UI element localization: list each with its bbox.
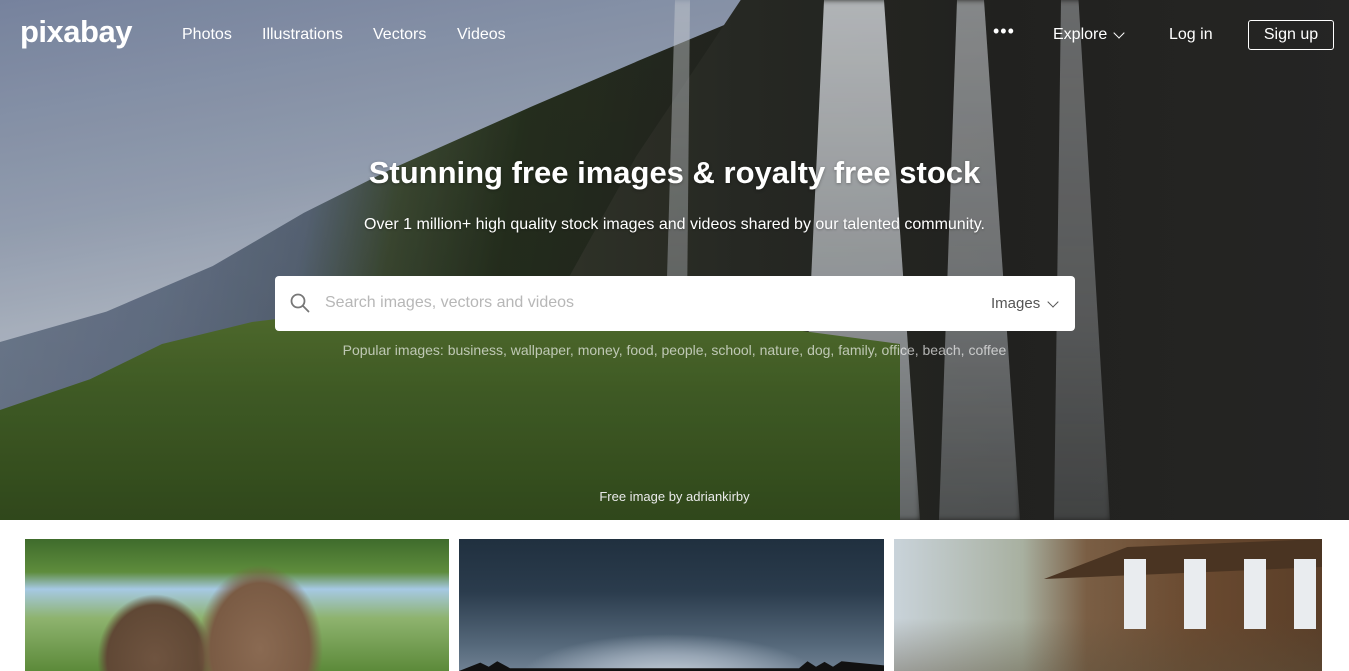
nav-link-photos[interactable]: Photos [182, 26, 232, 44]
popular-tag[interactable]: people [662, 342, 704, 358]
photo-roof [1044, 539, 1322, 579]
popular-tags: Popular images: business, wallpaper, mon… [342, 342, 1007, 358]
explore-menu[interactable]: Explore [1053, 26, 1125, 44]
hero-banner [0, 0, 1349, 520]
pixabay-logo[interactable]: pixabay [20, 14, 132, 50]
search-input[interactable] [325, 288, 925, 318]
popular-tag[interactable]: money [578, 342, 619, 358]
login-link[interactable]: Log in [1169, 26, 1213, 44]
popular-tag[interactable]: wallpaper [511, 342, 570, 358]
nav-link-videos[interactable]: Videos [457, 26, 506, 44]
image-credit[interactable]: Free image by adriankirby [0, 489, 1349, 504]
popular-tag[interactable]: office [882, 342, 915, 358]
photo-silhouette [459, 661, 884, 671]
hero-subtitle: Over 1 million+ high quality stock image… [364, 216, 985, 233]
more-horizontal-icon[interactable]: ••• [993, 21, 1015, 42]
popular-tag[interactable]: business [448, 342, 503, 358]
popular-tag[interactable]: dog [807, 342, 830, 358]
chevron-down-icon [1113, 27, 1125, 39]
popular-tag[interactable]: school [711, 342, 751, 358]
nav-link-vectors[interactable]: Vectors [373, 26, 426, 44]
photo-card-house[interactable] [894, 539, 1322, 671]
search-icon [290, 293, 310, 313]
popular-tag[interactable]: family [838, 342, 874, 358]
search-type-dropdown[interactable]: Images [991, 295, 1059, 312]
photo-card-elephant[interactable] [25, 539, 449, 671]
popular-tag[interactable]: coffee [968, 342, 1006, 358]
signup-button[interactable]: Sign up [1248, 20, 1334, 50]
popular-tag[interactable]: beach [923, 342, 961, 358]
nav-link-illustrations[interactable]: Illustrations [262, 26, 343, 44]
popular-tag[interactable]: nature [760, 342, 800, 358]
hero-title: Stunning free images & royalty free stoc… [368, 155, 981, 190]
chevron-down-icon [1047, 295, 1059, 308]
explore-label: Explore [1053, 26, 1108, 43]
photo-card-dusk[interactable] [459, 539, 884, 671]
top-nav: pixabay Photos Illustrations Vectors Vid… [0, 0, 1349, 70]
search-type-label: Images [991, 295, 1041, 312]
popular-tag[interactable]: food [626, 342, 653, 358]
popular-label: Popular images: [342, 342, 444, 358]
